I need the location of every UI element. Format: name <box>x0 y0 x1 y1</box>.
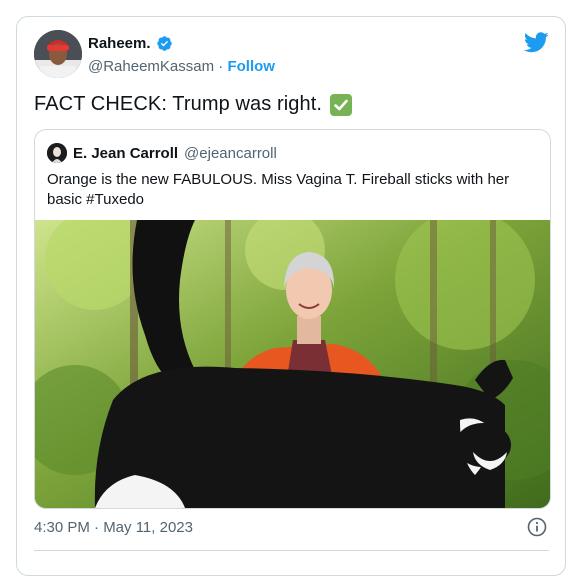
author-handle[interactable]: @RaheemKassam <box>88 58 214 75</box>
tweet-body: FACT CHECK: Trump was right. <box>34 93 323 115</box>
quoted-tweet[interactable]: E. Jean Carroll @ejeancarroll Orange is … <box>34 129 551 509</box>
quoted-author-handle[interactable]: @ejeancarroll <box>184 145 277 162</box>
tweet-card[interactable]: Raheem. @RaheemKassam · Follow FACT CHEC… <box>16 16 566 576</box>
author-display-name[interactable]: Raheem. <box>88 35 151 52</box>
check-mark-icon <box>330 93 353 116</box>
quoted-tweet-text: Orange is the new FABULOUS. Miss Vagina … <box>47 171 510 208</box>
tweet-text: FACT CHECK: Trump was right. <box>34 93 353 116</box>
verified-badge-icon <box>156 36 172 51</box>
quoted-photo[interactable] <box>35 220 550 508</box>
quoted-author-avatar[interactable] <box>47 143 67 163</box>
follow-button[interactable]: Follow <box>227 58 275 75</box>
handle-separator: · <box>218 58 224 75</box>
tweet-timestamp[interactable]: 4:30 PM · May 11, 2023 <box>34 519 193 536</box>
info-icon[interactable] <box>527 517 547 537</box>
twitter-bird-icon[interactable] <box>524 32 549 53</box>
quoted-author-name[interactable]: E. Jean Carroll <box>73 145 178 162</box>
divider <box>34 550 549 551</box>
author-avatar[interactable] <box>34 30 82 78</box>
